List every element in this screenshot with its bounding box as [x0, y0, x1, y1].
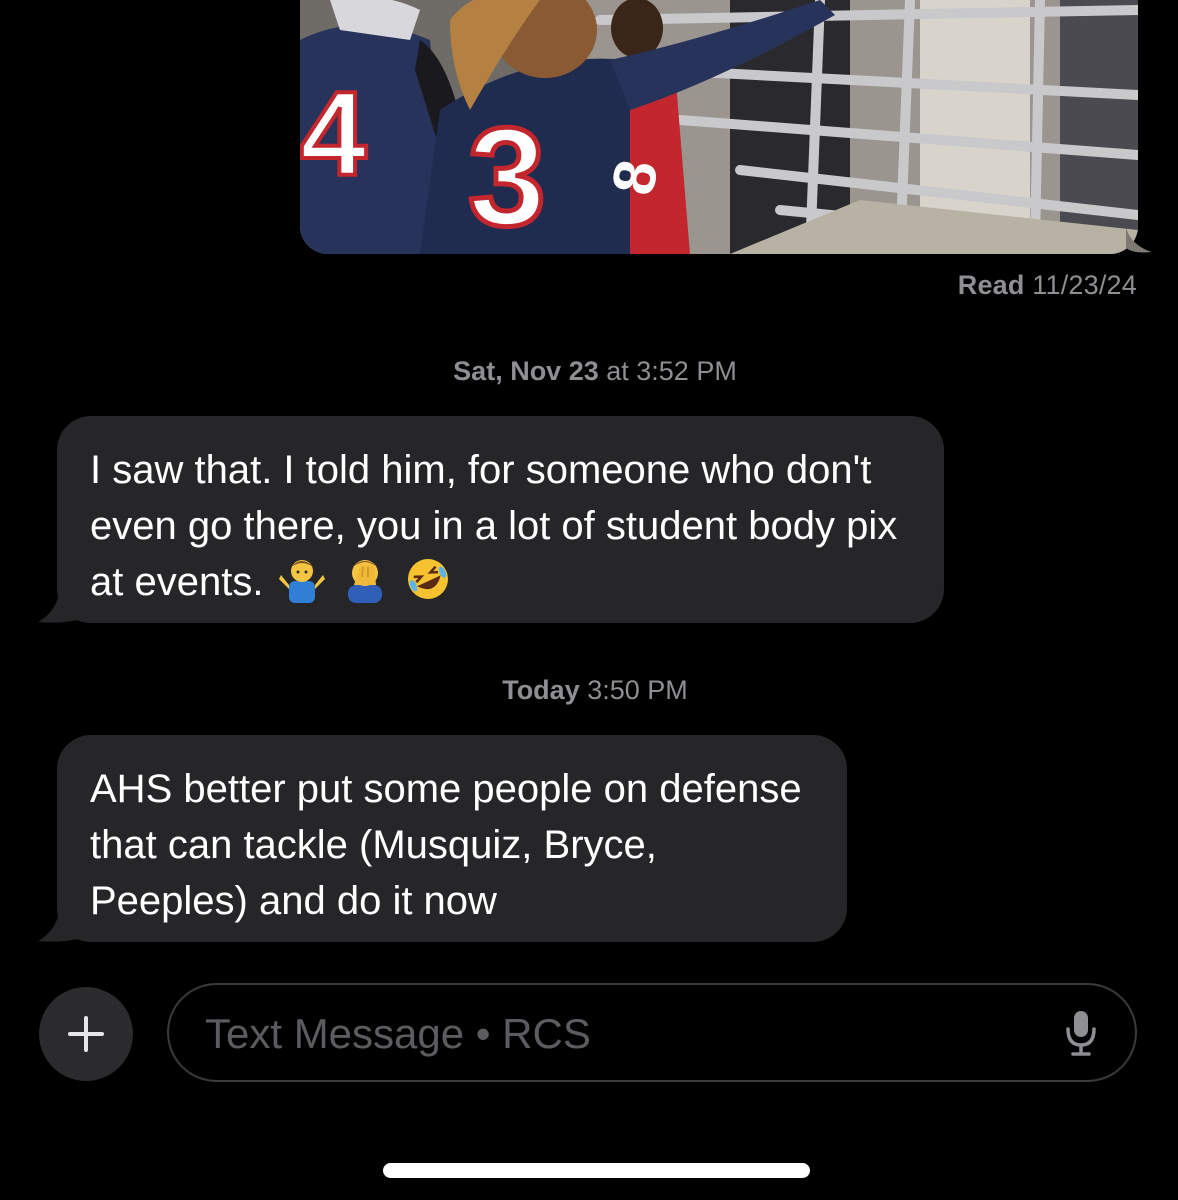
message-input[interactable]: Text Message • RCS: [167, 983, 1137, 1082]
man-shrugging-emoji: [278, 560, 325, 603]
message-text: I saw that. I told him, for someone who …: [90, 448, 898, 604]
football-players-photo: 4 3 8: [300, 0, 1138, 254]
received-message-bubble[interactable]: AHS better put some people on defense th…: [57, 735, 847, 942]
home-indicator[interactable]: [383, 1163, 810, 1178]
rolling-on-floor-laughing-emoji: [407, 559, 448, 599]
read-label: Read: [957, 270, 1025, 300]
received-bubble-tail: [38, 590, 78, 623]
timestamp-time: at 3:52 PM: [606, 356, 737, 386]
message-text: AHS better put some people on defense th…: [90, 767, 802, 923]
svg-text:4: 4: [300, 67, 367, 201]
message-placeholder: Text Message • RCS: [205, 1010, 591, 1057]
conversation-timestamp: Today 3:50 PM: [0, 675, 1178, 706]
timestamp-day: Sat, Nov 23: [453, 356, 599, 386]
sent-bubble-tail: [1126, 228, 1152, 253]
timestamp-time: 3:50 PM: [587, 675, 688, 705]
svg-text:3: 3: [468, 98, 546, 254]
read-date: 11/23/24: [1032, 270, 1137, 300]
sent-photo-attachment[interactable]: 4 3 8: [300, 0, 1138, 254]
received-bubble-tail: [38, 909, 78, 942]
conversation-timestamp: Sat, Nov 23 at 3:52 PM: [0, 356, 1178, 387]
received-message-bubble[interactable]: I saw that. I told him, for someone who …: [57, 416, 944, 623]
add-attachment-button[interactable]: [39, 987, 133, 1081]
microphone-icon[interactable]: [1065, 1009, 1097, 1057]
timestamp-day: Today: [502, 675, 580, 705]
read-receipt: Read 11/23/24: [958, 270, 1137, 301]
man-facepalming-emoji: [347, 560, 382, 603]
plus-icon: [68, 1016, 104, 1052]
